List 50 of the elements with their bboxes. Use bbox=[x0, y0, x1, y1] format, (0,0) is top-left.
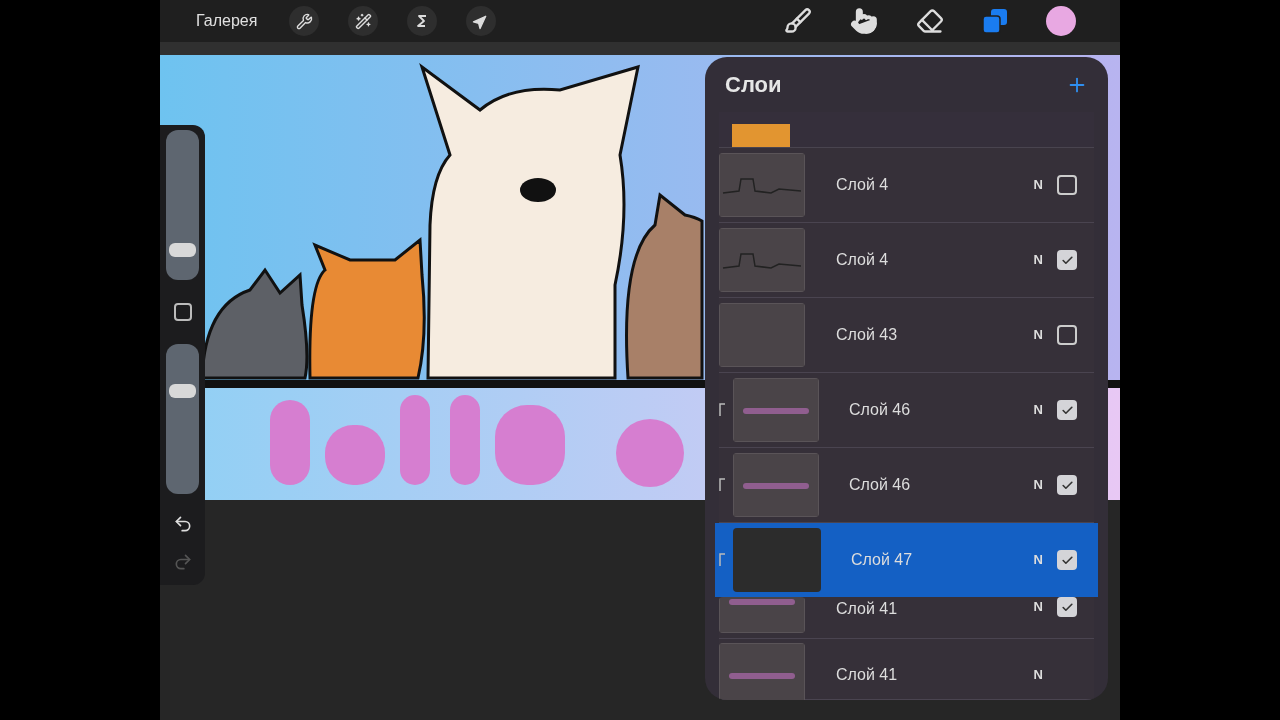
clipping-mask-icon bbox=[719, 553, 727, 567]
layer-name: Слой 47 bbox=[851, 550, 913, 570]
visibility-checkbox[interactable] bbox=[1057, 550, 1077, 570]
layer-name: Слой 4 bbox=[836, 175, 889, 195]
check-icon bbox=[1060, 403, 1074, 417]
check-icon bbox=[1060, 478, 1074, 492]
slider-thumb[interactable] bbox=[169, 243, 196, 257]
layer-row[interactable]: Слой 47 N bbox=[715, 523, 1098, 597]
blend-mode[interactable]: N bbox=[1033, 325, 1043, 345]
blend-mode[interactable]: N bbox=[1033, 475, 1043, 495]
layer-name: Слой 41 bbox=[836, 665, 898, 685]
layer-name: Слой 46 bbox=[849, 475, 911, 495]
check-icon bbox=[1060, 600, 1074, 614]
check-icon bbox=[1060, 253, 1074, 267]
finger-icon[interactable] bbox=[850, 7, 878, 35]
clipping-mask-icon bbox=[719, 403, 727, 417]
layer-name: Слой 41 bbox=[836, 599, 898, 619]
layer-name: Слой 43 bbox=[836, 325, 898, 345]
clipping-mask-icon bbox=[719, 478, 727, 492]
color-swatch[interactable] bbox=[1046, 6, 1076, 36]
layers-icon[interactable] bbox=[982, 8, 1008, 34]
layer-thumbnail bbox=[732, 124, 790, 147]
gallery-link[interactable]: Галерея bbox=[196, 9, 258, 33]
settings-icon[interactable] bbox=[289, 6, 320, 36]
blend-mode[interactable]: N bbox=[1033, 175, 1043, 195]
eraser-icon[interactable] bbox=[916, 7, 944, 35]
layer-name: Слой 4 bbox=[836, 250, 889, 270]
undo-icon[interactable] bbox=[172, 514, 193, 534]
visibility-checkbox[interactable] bbox=[1057, 597, 1077, 617]
selection-button[interactable] bbox=[407, 6, 438, 36]
visibility-checkbox[interactable] bbox=[1057, 250, 1077, 270]
visibility-checkbox[interactable] bbox=[1057, 475, 1077, 495]
layer-name: Слой 46 bbox=[849, 400, 911, 420]
layer-row[interactable]: Слой 41 N bbox=[719, 597, 1094, 639]
brush-icon[interactable] bbox=[784, 7, 812, 35]
visibility-checkbox[interactable] bbox=[1057, 400, 1077, 420]
blend-mode[interactable]: N bbox=[1033, 250, 1043, 270]
magic-wand-icon[interactable] bbox=[348, 6, 379, 36]
slider-track[interactable] bbox=[166, 130, 199, 280]
blend-mode[interactable]: N bbox=[1033, 597, 1043, 617]
slider-track[interactable] bbox=[166, 344, 199, 494]
blend-mode[interactable]: N bbox=[1033, 550, 1043, 570]
visibility-checkbox[interactable] bbox=[1057, 175, 1077, 195]
visibility-checkbox[interactable] bbox=[1057, 325, 1077, 345]
check-icon bbox=[1060, 553, 1074, 567]
blend-mode[interactable]: N bbox=[1033, 400, 1043, 420]
slider-thumb[interactable] bbox=[169, 383, 196, 398]
modify-button[interactable] bbox=[173, 303, 192, 321]
panel-title: Слои bbox=[725, 71, 782, 99]
blend-mode[interactable]: N bbox=[1033, 665, 1043, 685]
